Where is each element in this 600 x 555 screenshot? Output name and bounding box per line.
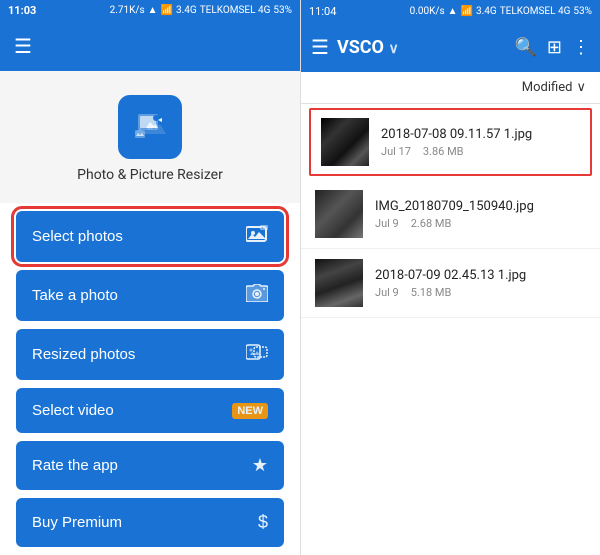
file-size-0: 3.86 MB xyxy=(423,145,464,158)
camera-icon xyxy=(246,284,268,307)
select-video-button[interactable]: Select video NEW xyxy=(16,388,284,433)
wifi-icon: 📶 xyxy=(161,5,173,16)
carrier-right: TELKOMSEL 4G xyxy=(500,6,571,17)
file-thumbnail-2 xyxy=(315,259,363,307)
file-meta-0: Jul 17 3.86 MB xyxy=(381,145,580,158)
buy-premium-button[interactable]: Buy Premium $ xyxy=(16,498,284,547)
network-left: 3.4G xyxy=(176,5,197,16)
file-size-2: 5.18 MB xyxy=(411,286,452,299)
file-name-1: IMG_20180709_150940.jpg xyxy=(375,199,586,214)
top-bar-right: ☰ VSCO ∨ 🔍 ⊞ ⋮ xyxy=(301,22,600,72)
sort-label: Modified xyxy=(522,80,573,95)
hamburger-icon-right[interactable]: ☰ xyxy=(311,35,329,59)
signal-icon-right: ▲ xyxy=(448,6,458,17)
buttons-area: Select photos + Take a photo xyxy=(0,203,300,555)
app-logo-icon xyxy=(132,106,168,149)
status-icons-left: 2.71K/s ▲ 📶 3.4G TELKOMSEL 4G 53% xyxy=(110,5,292,16)
file-info-0: 2018-07-08 09.11.57 1.jpg Jul 17 3.86 MB xyxy=(381,127,580,158)
star-icon: ★ xyxy=(252,455,268,476)
wifi-icon-right: 📶 xyxy=(461,6,473,17)
app-title: Photo & Picture Resizer xyxy=(77,167,223,183)
file-meta-1: Jul 9 2.68 MB xyxy=(375,217,586,230)
file-meta-2: Jul 9 5.18 MB xyxy=(375,286,586,299)
app-logo xyxy=(118,95,182,159)
resized-icon xyxy=(246,343,268,366)
file-thumbnail-1 xyxy=(315,190,363,238)
vsco-chevron: ∨ xyxy=(388,41,398,57)
left-panel: 11:03 2.71K/s ▲ 📶 3.4G TELKOMSEL 4G 53% … xyxy=(0,0,300,555)
vsco-title: VSCO ∨ xyxy=(337,37,507,58)
take-photo-button[interactable]: Take a photo xyxy=(16,270,284,321)
new-badge: NEW xyxy=(232,403,268,419)
speed-right: 0.00K/s xyxy=(410,6,445,17)
signal-icon: ▲ xyxy=(148,5,158,16)
status-bar-left: 11:03 2.71K/s ▲ 📶 3.4G TELKOMSEL 4G 53% xyxy=(0,0,300,22)
rate-app-button[interactable]: Rate the app ★ xyxy=(16,441,284,490)
sort-chevron-icon[interactable]: ∨ xyxy=(576,80,586,95)
buy-premium-label: Buy Premium xyxy=(32,514,122,531)
status-icons-right: 0.00K/s ▲ 📶 3.4G TELKOMSEL 4G 53% xyxy=(410,6,592,17)
file-date-1: Jul 9 xyxy=(375,217,399,230)
file-date-2: Jul 9 xyxy=(375,286,399,299)
select-photos-label: Select photos xyxy=(32,228,123,245)
file-thumbnail-0 xyxy=(321,118,369,166)
take-photo-label: Take a photo xyxy=(32,287,118,304)
speed-left: 2.71K/s xyxy=(110,5,145,16)
top-bar-right-icons: 🔍 ⊞ ⋮ xyxy=(514,37,590,58)
file-info-2: 2018-07-09 02.45.13 1.jpg Jul 9 5.18 MB xyxy=(375,268,586,299)
rate-app-label: Rate the app xyxy=(32,457,118,474)
select-photos-button[interactable]: Select photos + xyxy=(16,211,284,262)
battery-left: 53% xyxy=(273,5,292,16)
file-list: 2018-07-08 09.11.57 1.jpg Jul 17 3.86 MB… xyxy=(301,104,600,555)
dollar-icon: $ xyxy=(258,512,268,533)
file-item[interactable]: 2018-07-08 09.11.57 1.jpg Jul 17 3.86 MB xyxy=(309,108,592,176)
more-icon[interactable]: ⋮ xyxy=(572,37,590,58)
time-left: 11:03 xyxy=(8,4,36,17)
file-size-1: 2.68 MB xyxy=(411,217,452,230)
file-date-0: Jul 17 xyxy=(381,145,411,158)
select-photos-icon: + xyxy=(246,225,268,248)
file-name-0: 2018-07-08 09.11.57 1.jpg xyxy=(381,127,580,142)
file-item[interactable]: 2018-07-09 02.45.13 1.jpg Jul 9 5.18 MB xyxy=(301,249,600,318)
file-info-1: IMG_20180709_150940.jpg Jul 9 2.68 MB xyxy=(375,199,586,230)
top-bar-left: ☰ xyxy=(0,22,300,71)
resized-photos-button[interactable]: Resized photos xyxy=(16,329,284,380)
sort-bar: Modified ∨ xyxy=(301,72,600,104)
file-item[interactable]: IMG_20180709_150940.jpg Jul 9 2.68 MB xyxy=(301,180,600,249)
status-bar-right: 11:04 0.00K/s ▲ 📶 3.4G TELKOMSEL 4G 53% xyxy=(301,0,600,22)
carrier-left: TELKOMSEL 4G xyxy=(200,5,271,16)
battery-right: 53% xyxy=(573,6,592,17)
time-right: 11:04 xyxy=(309,5,336,18)
search-icon[interactable]: 🔍 xyxy=(514,37,536,58)
resized-photos-label: Resized photos xyxy=(32,346,135,363)
network-right: 3.4G xyxy=(476,6,497,17)
select-video-label: Select video xyxy=(32,402,114,419)
right-panel: 11:04 0.00K/s ▲ 📶 3.4G TELKOMSEL 4G 53% … xyxy=(300,0,600,555)
grid-icon[interactable]: ⊞ xyxy=(547,37,562,58)
hamburger-icon[interactable]: ☰ xyxy=(14,34,32,58)
app-header: Photo & Picture Resizer xyxy=(0,71,300,203)
file-name-2: 2018-07-09 02.45.13 1.jpg xyxy=(375,268,586,283)
